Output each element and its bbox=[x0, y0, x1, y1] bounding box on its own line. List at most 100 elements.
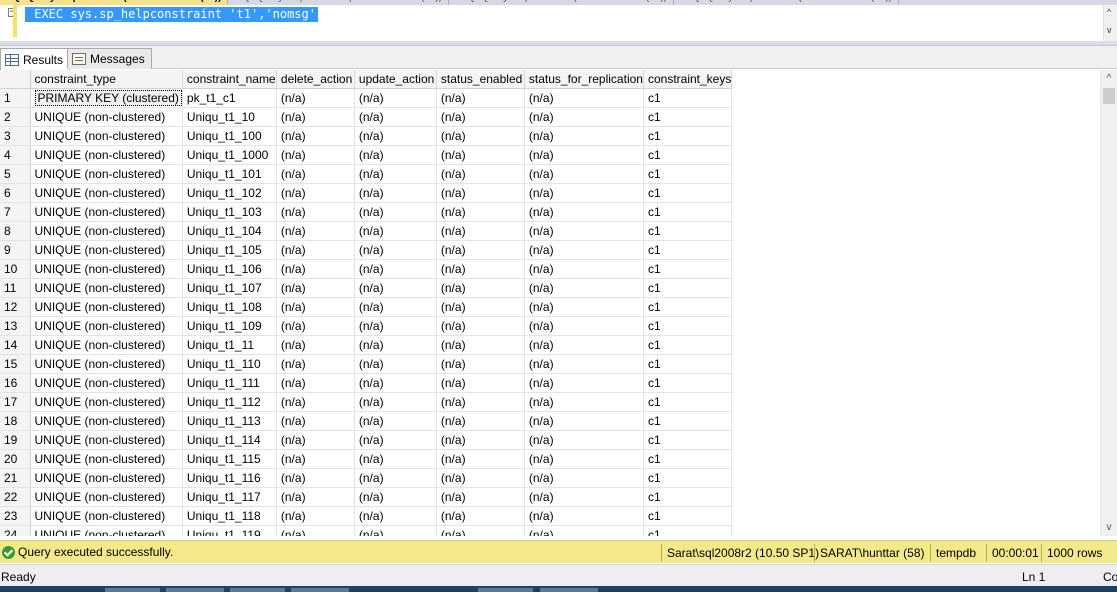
table-row[interactable]: 17 UNIQUE (non-clustered) Uniqu_t1_112 (n/a… bbox=[0, 392, 733, 412]
taskbar-button[interactable] bbox=[291, 588, 349, 592]
grid-cell[interactable]: UNIQUE (non-clustered) bbox=[30, 145, 183, 165]
table-row[interactable]: 3 UNIQUE (non-clustered) Uniqu_t1_100 (n/a)… bbox=[0, 126, 733, 146]
grid-cell[interactable]: (n/a) bbox=[436, 297, 525, 317]
grid-cell[interactable]: (n/a) bbox=[524, 164, 644, 184]
grid-cell[interactable]: c1 bbox=[643, 221, 733, 241]
scroll-up-icon[interactable]: ^ bbox=[1107, 7, 1111, 17]
tab-results[interactable]: Results bbox=[0, 48, 71, 70]
grid-cell[interactable]: c1 bbox=[643, 278, 733, 298]
grid-cell[interactable]: UNIQUE (non-clustered) bbox=[30, 164, 183, 184]
grid-cell[interactable]: UNIQUE (non-clustered) bbox=[30, 259, 183, 279]
grid-cell[interactable]: UNIQUE (non-clustered) bbox=[30, 468, 183, 488]
grid-cell[interactable]: c1 bbox=[643, 449, 733, 469]
grid-cell[interactable]: (n/a) bbox=[524, 354, 644, 374]
grid-cell[interactable]: (n/a) bbox=[524, 430, 644, 450]
grid-cell[interactable]: (n/a) bbox=[276, 411, 355, 431]
grid-cell[interactable]: UNIQUE (non-clustered) bbox=[30, 449, 183, 469]
grid-cell[interactable]: (n/a) bbox=[354, 278, 437, 298]
grid-cell[interactable]: (n/a) bbox=[436, 354, 525, 374]
grid-cell[interactable]: (n/a) bbox=[276, 183, 355, 203]
grid-cell[interactable]: Uniqu_t1_103 bbox=[182, 202, 277, 222]
grid-cell[interactable]: (n/a) bbox=[276, 164, 355, 184]
taskbar-button[interactable] bbox=[540, 588, 598, 592]
grid-cell[interactable]: (n/a) bbox=[436, 449, 525, 469]
grid-cell[interactable]: (n/a) bbox=[436, 278, 525, 298]
column-header[interactable]: delete_action bbox=[276, 70, 355, 89]
row-number[interactable]: 4 bbox=[0, 145, 31, 165]
grid-cell[interactable]: (n/a) bbox=[524, 107, 644, 127]
grid-cell[interactable]: (n/a) bbox=[436, 392, 525, 412]
grid-cell[interactable]: (n/a) bbox=[524, 392, 644, 412]
grid-cell[interactable]: UNIQUE (non-clustered) bbox=[30, 240, 183, 260]
grid-cell[interactable]: c1 bbox=[643, 88, 733, 108]
grid-cell[interactable]: c1 bbox=[643, 392, 733, 412]
grid-cell[interactable]: UNIQUE (non-clustered) bbox=[30, 506, 183, 526]
grid-cell[interactable]: (n/a) bbox=[276, 278, 355, 298]
grid-cell[interactable]: (n/a) bbox=[354, 335, 437, 355]
column-header[interactable]: update_action bbox=[354, 70, 437, 89]
grid-cell[interactable]: (n/a) bbox=[276, 88, 355, 108]
grid-cell[interactable]: (n/a) bbox=[524, 221, 644, 241]
row-number[interactable]: 1 bbox=[0, 88, 31, 108]
grid-cell[interactable]: UNIQUE (non-clustered) bbox=[30, 487, 183, 507]
row-number[interactable]: 15 bbox=[0, 354, 31, 374]
grid-cell[interactable]: UNIQUE (non-clustered) bbox=[30, 525, 183, 536]
grid-cell[interactable]: (n/a) bbox=[436, 164, 525, 184]
grid-cell[interactable]: (n/a) bbox=[436, 183, 525, 203]
grid-cell[interactable]: (n/a) bbox=[436, 373, 525, 393]
row-number[interactable]: 18 bbox=[0, 411, 31, 431]
grid-cell[interactable]: (n/a) bbox=[276, 392, 355, 412]
grid-cell[interactable]: Uniqu_t1_10 bbox=[182, 107, 277, 127]
grid-cell[interactable]: (n/a) bbox=[354, 297, 437, 317]
grid-cell[interactable]: (n/a) bbox=[354, 145, 437, 165]
grid-cell[interactable]: c1 bbox=[643, 316, 733, 336]
grid-cell[interactable]: (n/a) bbox=[524, 525, 644, 536]
grid-cell[interactable]: (n/a) bbox=[524, 468, 644, 488]
grid-cell[interactable]: UNIQUE (non-clustered) bbox=[30, 126, 183, 146]
table-row[interactable]: 4 UNIQUE (non-clustered) Uniqu_t1_1000 (n/a… bbox=[0, 145, 733, 165]
row-number[interactable]: 17 bbox=[0, 392, 31, 412]
grid-cell[interactable]: (n/a) bbox=[436, 145, 525, 165]
table-row[interactable]: 2 UNIQUE (non-clustered) Uniqu_t1_10 (n/a)(… bbox=[0, 107, 733, 127]
grid-cell[interactable]: (n/a) bbox=[524, 202, 644, 222]
grid-cell[interactable]: UNIQUE (non-clustered) bbox=[30, 430, 183, 450]
grid-cell[interactable]: (n/a) bbox=[354, 430, 437, 450]
grid-cell[interactable]: (n/a) bbox=[354, 259, 437, 279]
query-text-selected[interactable]: EXEC sys.sp_helpconstraint 't1','nomsg' bbox=[25, 7, 318, 22]
row-number[interactable]: 23 bbox=[0, 506, 31, 526]
grid-cell[interactable]: c1 bbox=[643, 240, 733, 260]
grid-cell[interactable]: Uniqu_t1_116 bbox=[182, 468, 277, 488]
tab-messages[interactable]: Messages bbox=[67, 48, 152, 69]
grid-cell[interactable]: (n/a) bbox=[276, 468, 355, 488]
grid-cell[interactable]: (n/a) bbox=[354, 506, 437, 526]
scrollbar-thumb[interactable] bbox=[1103, 88, 1115, 104]
grid-cell[interactable]: (n/a) bbox=[276, 430, 355, 450]
row-number[interactable]: 5 bbox=[0, 164, 31, 184]
grid-cell[interactable]: c1 bbox=[643, 354, 733, 374]
grid-cell[interactable]: c1 bbox=[643, 183, 733, 203]
grid-cell[interactable]: (n/a) bbox=[524, 183, 644, 203]
grid-cell[interactable]: Uniqu_t1_114 bbox=[182, 430, 277, 450]
grid-cell[interactable]: UNIQUE (non-clustered) bbox=[30, 354, 183, 374]
grid-cell[interactable]: (n/a) bbox=[436, 221, 525, 241]
grid-cell[interactable]: (n/a) bbox=[276, 202, 355, 222]
grid-cell[interactable]: (n/a) bbox=[276, 449, 355, 469]
scroll-up-icon[interactable]: ^ bbox=[1101, 70, 1117, 87]
grid-cell-selected[interactable]: PRIMARY KEY (clustered) bbox=[30, 88, 183, 108]
taskbar-button[interactable] bbox=[166, 588, 224, 592]
grid-cell[interactable]: (n/a) bbox=[354, 373, 437, 393]
grid-cell[interactable]: Uniqu_t1_100 bbox=[182, 126, 277, 146]
query-editor[interactable]: − EXEC sys.sp_helpconstraint 't1','nomsg… bbox=[0, 5, 1117, 41]
grid-cell[interactable]: c1 bbox=[643, 468, 733, 488]
grid-cell[interactable]: (n/a) bbox=[354, 316, 437, 336]
table-row[interactable]: 16 UNIQUE (non-clustered) Uniqu_t1_111 (n/a… bbox=[0, 373, 733, 393]
grid-cell[interactable]: (n/a) bbox=[354, 183, 437, 203]
grid-cell[interactable]: (n/a) bbox=[436, 525, 525, 536]
column-header[interactable]: constraint_keys bbox=[643, 70, 733, 89]
grid-cell[interactable]: (n/a) bbox=[524, 259, 644, 279]
table-row[interactable]: 18 UNIQUE (non-clustered) Uniqu_t1_113 (n/a… bbox=[0, 411, 733, 431]
column-header[interactable]: constraint_type bbox=[30, 70, 183, 89]
taskbar-button[interactable] bbox=[478, 588, 533, 592]
grid-cell[interactable]: (n/a) bbox=[436, 430, 525, 450]
grid-cell[interactable]: (n/a) bbox=[524, 335, 644, 355]
